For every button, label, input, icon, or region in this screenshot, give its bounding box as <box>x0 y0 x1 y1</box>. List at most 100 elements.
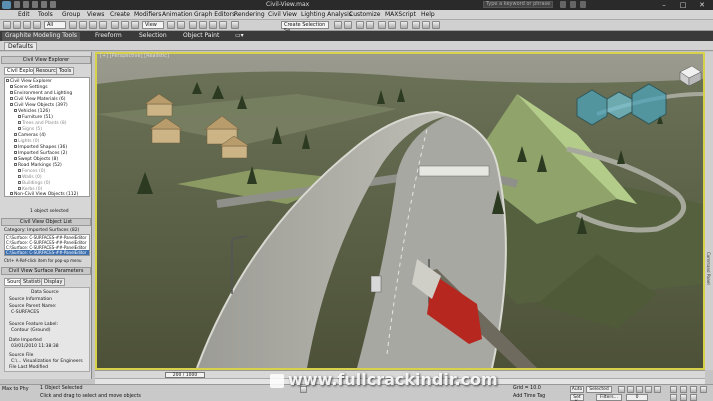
redo-toolbar-icon[interactable] <box>13 21 21 29</box>
orbit-icon[interactable] <box>680 394 687 401</box>
minimize-button[interactable]: – <box>657 0 671 10</box>
tab-freeform[interactable]: Freeform <box>92 32 125 41</box>
menu-help[interactable]: Help <box>421 11 435 18</box>
tree-node[interactable]: Cameras (4) <box>14 133 46 138</box>
spinner-snap-icon[interactable] <box>219 21 227 29</box>
tree-node[interactable]: Imported Shapes (36) <box>14 145 67 150</box>
star-icon[interactable] <box>570 1 576 8</box>
tree-node[interactable]: Civil View Explorer <box>6 79 52 84</box>
zoom-icon[interactable] <box>670 386 677 393</box>
ribbon-options-icon[interactable]: ▭▾ <box>232 32 247 41</box>
render-production-icon[interactable] <box>432 21 440 29</box>
open-file-icon[interactable] <box>23 1 29 8</box>
tree-node[interactable]: Walls (0) <box>18 175 42 180</box>
maximize-button[interactable]: □ <box>676 0 690 10</box>
render-setup-icon[interactable] <box>412 21 420 29</box>
angle-snap-icon[interactable] <box>199 21 207 29</box>
tab-display[interactable]: Display <box>41 278 66 286</box>
edit-named-selection-icon[interactable] <box>231 21 239 29</box>
tree-node[interactable]: Signs (5) <box>18 127 42 132</box>
tree-node[interactable]: Fences (0) <box>18 169 45 174</box>
undo-icon[interactable] <box>41 1 47 8</box>
selection-filter-dropdown[interactable]: All <box>44 21 66 29</box>
snap-toggle-icon[interactable] <box>189 21 197 29</box>
surface-params-header[interactable]: Civil View Surface Parameters <box>1 267 91 275</box>
named-selection-set-dropdown[interactable]: Create Selection Se <box>281 21 329 34</box>
maxscript-listener-label[interactable]: Max to Phy <box>2 387 29 392</box>
command-panel-strip[interactable]: Command Panel <box>705 52 713 370</box>
fov-icon[interactable] <box>670 394 677 401</box>
tree-node[interactable]: Road Markings (52) <box>14 163 62 168</box>
tree-node[interactable]: Furniture (51) <box>18 115 53 120</box>
help-icon[interactable] <box>580 1 586 8</box>
align-icon[interactable] <box>344 21 352 29</box>
menu-views[interactable]: Views <box>87 11 104 18</box>
prev-frame-icon[interactable] <box>627 386 634 393</box>
next-frame-icon[interactable] <box>645 386 652 393</box>
app-logo-icon[interactable] <box>2 1 11 9</box>
menu-maxscript[interactable]: MAXScript <box>385 11 416 18</box>
menu-animation[interactable]: Animation <box>162 11 193 18</box>
tree-node[interactable]: Vehicles (126) <box>14 109 50 114</box>
reference-coordinate-dropdown[interactable]: View <box>142 21 164 29</box>
unlink-icon[interactable] <box>33 21 41 29</box>
manipulate-icon[interactable] <box>177 21 185 29</box>
layer-manager-icon[interactable] <box>356 21 364 29</box>
rendered-frame-icon[interactable] <box>422 21 430 29</box>
select-by-name-icon[interactable] <box>79 21 87 29</box>
tab-graphite-modeling-tools[interactable]: Graphite Modeling Tools <box>2 32 81 41</box>
search-input[interactable]: Type a keyword or phrase <box>483 1 553 8</box>
pan-icon[interactable] <box>700 386 707 393</box>
window-crossing-icon[interactable] <box>99 21 107 29</box>
menu-create[interactable]: Create <box>110 11 130 18</box>
graphite-toggle-icon[interactable] <box>366 21 374 29</box>
tree-node[interactable]: Buildings (0) <box>18 181 50 186</box>
menu-modifiers[interactable]: Modifiers <box>134 11 161 18</box>
tree-node[interactable]: Non-Civil View Objects (112) <box>10 192 78 197</box>
menu-civil-view[interactable]: Civil View <box>268 11 297 18</box>
rectangle-selection-icon[interactable] <box>89 21 97 29</box>
tab-selection[interactable]: Selection <box>136 32 170 41</box>
binoculars-icon[interactable] <box>560 1 566 8</box>
save-file-icon[interactable] <box>32 1 38 8</box>
tab-tools[interactable]: Tools <box>56 67 75 75</box>
curve-editor-icon[interactable] <box>378 21 386 29</box>
goto-end-icon[interactable] <box>654 386 661 393</box>
menu-lighting-analysis[interactable]: Lighting Analysis <box>301 11 352 18</box>
percent-snap-icon[interactable] <box>209 21 217 29</box>
schematic-view-icon[interactable] <box>388 21 396 29</box>
menu-group[interactable]: Group <box>62 11 80 18</box>
perspective-viewport[interactable] <box>95 52 705 370</box>
list-item-selected[interactable]: C:\Surface: C-SURFACES-##-PanelEditor <box>5 250 89 255</box>
menu-tools[interactable]: Tools <box>38 11 53 18</box>
object-list-header[interactable]: Civil View Object List <box>1 218 91 226</box>
tree-node[interactable]: Environment and Lighting <box>10 91 72 96</box>
menu-graph-editors[interactable]: Graph Editors <box>194 11 235 18</box>
tree-node[interactable]: Civil View Materials (6) <box>10 97 66 102</box>
set-key-button[interactable]: Set K. <box>570 394 584 401</box>
scale-icon[interactable] <box>131 21 139 29</box>
key-selection-dropdown[interactable]: Selected <box>586 386 612 393</box>
rotate-icon[interactable] <box>121 21 129 29</box>
link-icon[interactable] <box>23 21 31 29</box>
maximize-viewport-icon[interactable] <box>690 394 697 401</box>
tree-node[interactable]: Trees and Plants (8) <box>18 121 67 126</box>
menu-rendering[interactable]: Rendering <box>234 11 265 18</box>
viewport-label[interactable]: [+] [Perspective] [Realistic] <box>100 53 169 59</box>
tree-node[interactable]: Lights (0) <box>14 139 39 144</box>
goto-start-icon[interactable] <box>618 386 625 393</box>
current-frame-field[interactable]: 0 <box>626 394 648 401</box>
undo-toolbar-icon[interactable] <box>3 21 11 29</box>
new-file-icon[interactable] <box>14 1 20 8</box>
pivot-icon[interactable] <box>167 21 175 29</box>
play-icon[interactable] <box>636 386 643 393</box>
key-filters-button[interactable]: Filters... <box>596 394 622 401</box>
move-icon[interactable] <box>111 21 119 29</box>
explorer-header[interactable]: Civil View Explorer <box>1 56 91 64</box>
zoom-all-icon[interactable] <box>680 386 687 393</box>
material-editor-icon[interactable] <box>400 21 408 29</box>
tree-node[interactable]: Scene Settings <box>10 85 48 90</box>
tab-object-paint[interactable]: Object Paint <box>180 32 222 41</box>
select-object-icon[interactable] <box>69 21 77 29</box>
menu-customize[interactable]: Customize <box>349 11 381 18</box>
